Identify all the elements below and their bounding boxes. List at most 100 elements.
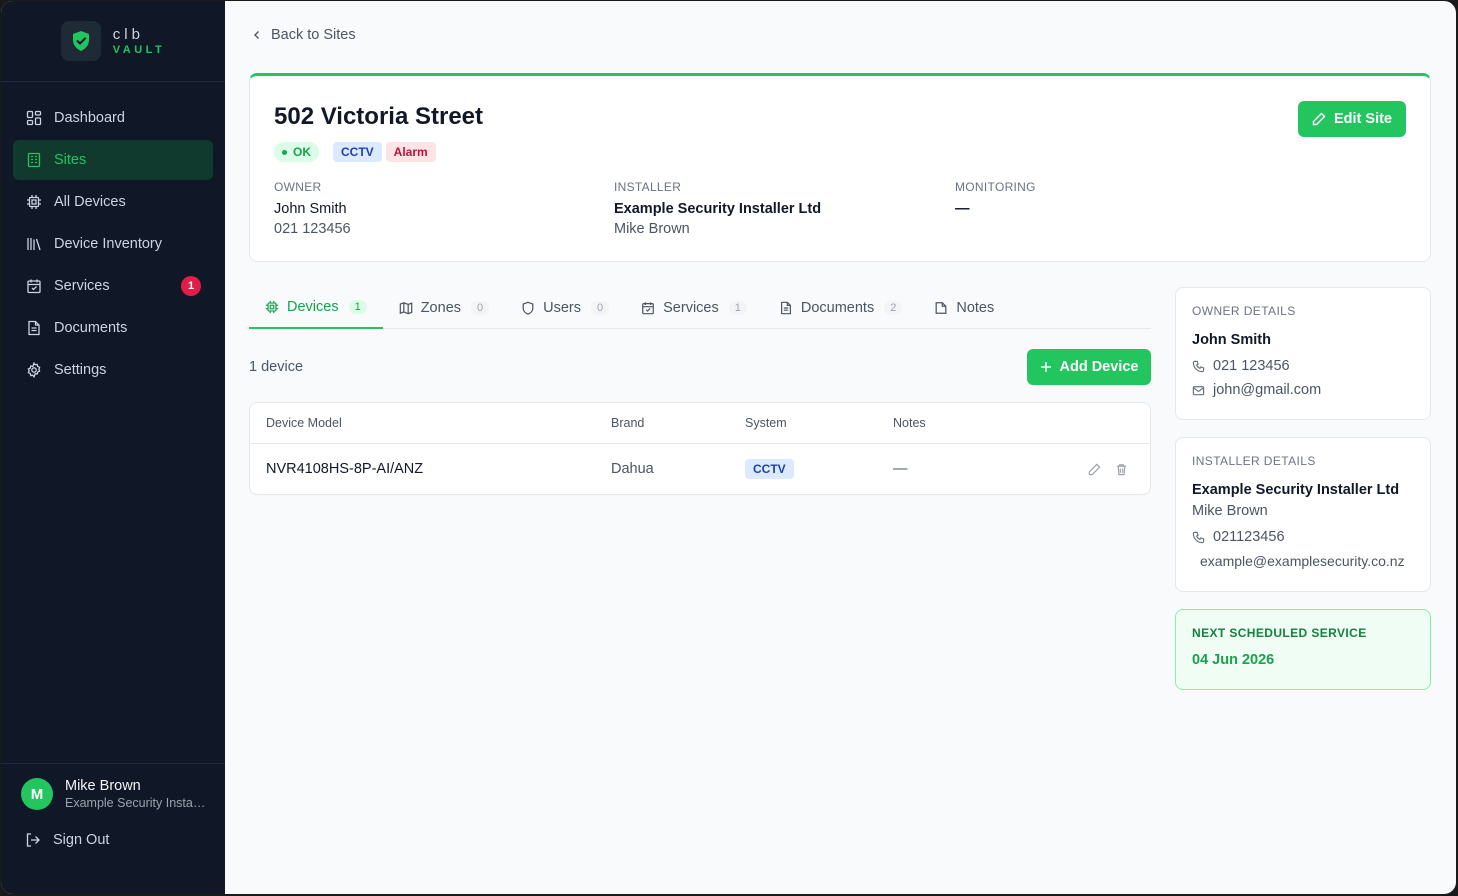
next-service-card: NEXT SCHEDULED SERVICE 04 Jun 2026 [1175,609,1431,690]
tab-count: 1 [348,300,367,314]
installer-details-phone: 021123456 [1213,529,1285,545]
sidebar-footer: M Mike Brown Example Security Installer … [1,763,225,894]
add-device-label: Add Device [1059,359,1139,375]
sidebar-item-documents[interactable]: Documents [13,308,213,348]
tab-label: Zones [420,300,462,316]
tab-devices[interactable]: Devices 1 [249,287,383,329]
sidebar-item-label: Settings [54,362,107,378]
tab-label: Users [543,300,582,316]
calendar-icon [642,302,655,315]
installer-name: Example Security Installer Ltd [614,201,822,217]
phone-icon [1192,531,1205,543]
sidebar-item-services[interactable]: Services 1 [13,266,213,306]
device-count: 1 device [249,359,304,375]
tab-label: Notes [956,300,995,316]
owner-block: OWNER John Smith 021 123456 [274,180,351,237]
tab-notes[interactable]: Notes [918,287,1010,329]
logout-icon [26,833,40,847]
dashboard-icon [26,110,42,126]
tab-count: 0 [471,301,490,315]
edit-site-label: Edit Site [1333,111,1392,127]
sign-out-label: Sign Out [53,832,110,848]
owner-details-name: John Smith [1192,332,1271,348]
sidebar-item-device-inventory[interactable]: Device Inventory [13,224,213,264]
installer-details-label: INSTALLER DETAILS [1192,454,1316,468]
user-org: Example Security Installer Ltd [65,796,207,810]
back-to-sites-link[interactable]: Back to Sites [251,27,356,43]
tab-count: 0 [591,301,610,315]
pencil-icon [1312,112,1326,126]
services-count-badge: 1 [181,276,201,296]
delete-row-icon[interactable] [1115,463,1128,476]
sidebar-item-label: All Devices [54,194,126,210]
column-header-notes: Notes [893,416,926,430]
cpu-icon [27,195,41,209]
main-content: Back to Sites 502 Victoria Street OK CCT… [225,1,1456,894]
back-link-label: Back to Sites [271,27,356,43]
plus-icon [1040,362,1051,372]
installer-details-name: Example Security Installer Ltd [1192,482,1400,498]
tab-documents[interactable]: Documents 2 [763,287,918,329]
site-tabs: Devices 1 Zones 0 Users 0 Services 1 Doc… [249,287,1151,329]
site-header-card: 502 Victoria Street OK CCTV Alarm Edit S… [249,73,1431,262]
library-icon [27,238,41,251]
installer-phone-line[interactable]: 021123456 [1192,529,1414,545]
device-notes: — [893,461,908,477]
table-header: Device Model Brand System Notes [250,403,1150,444]
gear-icon [27,362,41,378]
owner-details-email: john@gmail.com [1213,382,1322,398]
sidebar-item-settings[interactable]: Settings [13,350,213,390]
sidebar-item-label: Services [54,278,110,294]
tab-label: Devices [287,299,339,315]
sidebar-nav: Dashboard Sites All Devices Device Inven… [1,82,225,406]
owner-phone-line[interactable]: 021 123456 [1192,358,1414,374]
next-service-date: 04 Jun 2026 [1192,652,1275,668]
phone-icon [1192,360,1205,372]
sidebar-item-all-devices[interactable]: All Devices [13,182,213,222]
monitoring-value: — [955,201,970,217]
owner-details-label: OWNER DETAILS [1192,304,1296,318]
owner-email-line[interactable]: john@gmail.com [1192,382,1414,398]
avatar: M [21,778,53,810]
brand-subname: VAULT [112,43,166,56]
next-service-label: NEXT SCHEDULED SERVICE [1192,626,1367,640]
sign-out-button[interactable]: Sign Out [21,832,213,848]
tab-label: Services [663,300,719,316]
sidebar-item-label: Dashboard [54,110,125,126]
tab-users[interactable]: Users 0 [505,287,625,329]
site-badges: OK CCTV Alarm [274,142,436,162]
brand: clb VAULT [1,1,225,82]
sidebar-item-dashboard[interactable]: Dashboard [13,98,213,138]
page-title: 502 Victoria Street [274,103,484,130]
owner-label: OWNER [274,180,322,194]
sidebar-item-label: Device Inventory [54,236,162,252]
add-device-button[interactable]: Add Device [1027,349,1151,385]
tab-zones[interactable]: Zones 0 [383,287,505,329]
tag-badge-cctv: CCTV [333,142,382,162]
column-header-brand: Brand [611,416,645,430]
installer-contact: Mike Brown [614,221,690,237]
installer-details-email[interactable]: example@examplesecurity.co.nz [1200,553,1414,569]
devices-table: Device Model Brand System Notes NVR4108H… [249,402,1151,495]
building-icon [27,152,41,168]
system-badge: CCTV [745,459,794,479]
tab-services[interactable]: Services 1 [625,287,763,329]
edit-row-icon[interactable] [1088,463,1101,476]
brand-name: clb [112,25,144,43]
tab-count: 2 [884,301,903,315]
device-brand: Dahua [611,461,654,477]
document-icon [780,301,791,315]
calendar-icon [27,279,41,294]
owner-phone: 021 123456 [274,221,351,237]
table-row[interactable]: NVR4108HS-8P-AI/ANZ Dahua CCTV — [250,444,1150,494]
user-name: Mike Brown [65,778,141,794]
tab-count: 1 [728,301,747,315]
edit-site-button[interactable]: Edit Site [1297,101,1406,137]
owner-details-phone: 021 123456 [1213,358,1290,374]
installer-label: INSTALLER [614,180,682,194]
note-icon [935,302,947,314]
user-profile[interactable]: M Mike Brown Example Security Installer … [21,778,213,810]
monitoring-label: MONITORING [955,180,1036,194]
cpu-icon [265,300,279,314]
sidebar-item-sites[interactable]: Sites [13,140,213,180]
